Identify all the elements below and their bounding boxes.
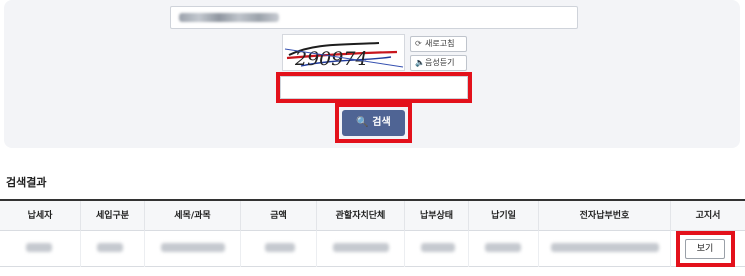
search-button-highlight: 🔍 검색: [335, 103, 412, 143]
search-button-label: 검색: [372, 117, 391, 128]
captcha-image: 290974: [282, 34, 405, 71]
search-panel: 290974 ⟳ 새로고침 🔈음성듣기 🔍 검색: [4, 0, 740, 148]
table-row: [0, 231, 745, 267]
captcha-answer-input[interactable]: [280, 76, 468, 99]
masked-cell: [485, 243, 521, 252]
taxpayer-id-input[interactable]: [170, 6, 578, 29]
masked-cell: [97, 243, 123, 252]
captcha-text: 290974: [294, 48, 368, 70]
col-tax-item: 세목/과목: [144, 201, 240, 232]
search-icon: 🔍: [356, 117, 369, 128]
col-taxpayer: 납세자: [27, 211, 53, 221]
masked-cell: [421, 243, 455, 252]
results-title: 검색결과: [6, 176, 47, 189]
captcha-refresh-button[interactable]: ⟳ 새로고침: [410, 36, 467, 52]
masked-cell: [265, 243, 295, 252]
col-revenue-type: 세입구분: [80, 201, 144, 232]
captcha-audio-label: 음성듣기: [425, 58, 455, 67]
view-notice-button[interactable]: 보기: [685, 239, 725, 259]
view-button-highlight: 보기: [676, 231, 735, 267]
col-payment-status: 납부상태: [404, 201, 468, 232]
col-epay-number: 전자납부번호: [538, 201, 670, 232]
masked-value: [179, 13, 279, 22]
masked-cell: [161, 243, 225, 252]
refresh-icon: ⟳: [415, 39, 422, 48]
col-jurisdiction: 관할자치단체: [316, 201, 404, 232]
masked-cell: [551, 243, 659, 252]
col-due-date: 납기일: [468, 201, 538, 232]
search-button[interactable]: 🔍 검색: [342, 110, 405, 136]
col-amount: 금액: [240, 201, 316, 232]
masked-cell: [333, 243, 389, 252]
col-notice: 고지서: [670, 201, 745, 232]
speaker-icon: 🔈: [415, 58, 425, 67]
table-header: 납세자 세입구분 세목/과목 금액 관할자치단체 납부상태 납기일 전자납부번호…: [0, 199, 745, 232]
captcha-audio-button[interactable]: 🔈음성듣기: [410, 55, 467, 71]
captcha-refresh-label: 새로고침: [425, 39, 455, 48]
masked-cell: [26, 243, 52, 252]
captcha-answer-highlight: [276, 72, 472, 103]
